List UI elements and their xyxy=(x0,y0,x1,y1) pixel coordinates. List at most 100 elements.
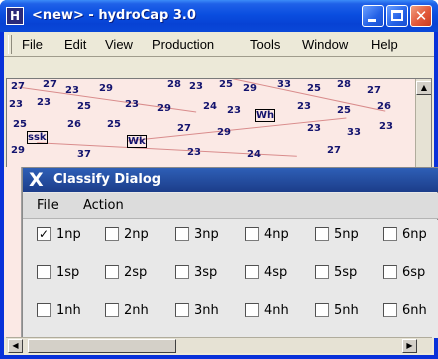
map-vertical-scrollbar[interactable]: ▲ xyxy=(415,79,431,167)
checkbox-box[interactable] xyxy=(383,265,397,279)
map-label: 25 xyxy=(107,119,121,130)
map-label: 25 xyxy=(337,105,351,116)
checkbox-label: 2nh xyxy=(124,303,149,318)
checkbox-box[interactable] xyxy=(245,265,259,279)
map-feature-label: Wk xyxy=(127,135,147,148)
map-label: 27 xyxy=(11,81,25,92)
checkbox-label: 1nh xyxy=(56,303,81,318)
checkbox-box[interactable] xyxy=(315,227,329,241)
checkbox-box[interactable] xyxy=(175,303,189,317)
checkbox-box[interactable] xyxy=(315,303,329,317)
map-label: 28 xyxy=(167,79,181,90)
checkbox-box[interactable] xyxy=(37,265,51,279)
minimize-button[interactable] xyxy=(362,5,384,27)
map-label: 23 xyxy=(189,81,203,92)
horizontal-scrollbar[interactable]: ◀ ▶ xyxy=(6,337,432,353)
checkbox-label: 6sp xyxy=(402,265,426,280)
checkbox-label: 2sp xyxy=(124,265,148,280)
menu-edit[interactable]: Edit xyxy=(64,32,86,57)
classify-menu-file[interactable]: File xyxy=(37,193,59,219)
map-label: 24 xyxy=(203,101,217,112)
main-menubar: File Edit View Production Tools Window H… xyxy=(4,32,434,57)
minimize-icon xyxy=(368,19,376,22)
menubar-grip[interactable] xyxy=(8,35,12,54)
checkbox-label: 4np xyxy=(264,227,289,242)
menu-file[interactable]: File xyxy=(22,32,43,57)
dialog-title: Classify Dialog xyxy=(53,172,162,187)
checkbox-label: 6nh xyxy=(402,303,427,318)
map-left-strip xyxy=(4,167,22,337)
map-label: 25 xyxy=(219,79,233,90)
map-label: 23 xyxy=(227,105,241,116)
menu-production[interactable]: Production xyxy=(152,32,214,57)
map-label: 25 xyxy=(307,83,321,94)
classify-dialog: X Classify Dialog File Action ✓ 1np 2np 3np… xyxy=(22,167,438,338)
checkbox-label: 1np xyxy=(56,227,81,242)
checkbox-box[interactable] xyxy=(105,227,119,241)
maximize-icon xyxy=(391,10,403,21)
maximize-button[interactable] xyxy=(386,5,408,27)
checkbox-box[interactable] xyxy=(383,303,397,317)
up-arrow-icon: ▲ xyxy=(420,83,428,92)
checkbox-box[interactable] xyxy=(175,227,189,241)
map-feature-label: Wh xyxy=(255,109,276,122)
map-label: 23 xyxy=(307,123,321,134)
checkbox-box[interactable] xyxy=(37,303,51,317)
menu-window[interactable]: Window xyxy=(302,32,348,57)
main-titlebar[interactable]: H <new> - hydroCap 3.0 ✕ xyxy=(0,0,438,32)
checkbox-box[interactable] xyxy=(383,227,397,241)
checkbox-box[interactable] xyxy=(245,303,259,317)
checkbox-label: 5nh xyxy=(334,303,359,318)
right-arrow-icon: ▶ xyxy=(406,341,413,350)
map-canvas[interactable]: 27 27 23 29 28 23 25 29 33 25 28 27 23 2… xyxy=(6,78,432,168)
x-window-icon[interactable]: X xyxy=(29,170,49,190)
scroll-thumb[interactable] xyxy=(28,339,176,353)
map-label: 28 xyxy=(337,79,351,90)
map-label: 27 xyxy=(367,85,381,96)
checkbox-label: 1sp xyxy=(56,265,80,280)
map-label: 24 xyxy=(247,149,261,160)
hydrocap-icon[interactable]: H xyxy=(6,7,24,25)
map-label: 23 xyxy=(65,85,79,96)
scroll-left-button[interactable]: ◀ xyxy=(8,339,23,353)
classify-menu-action[interactable]: Action xyxy=(83,193,124,219)
close-button[interactable]: ✕ xyxy=(410,5,432,27)
map-label: 25 xyxy=(13,119,27,130)
map-label: 29 xyxy=(243,83,257,94)
classify-checkbox-grid: ✓ 1np 2np 3np 4np 5np 6np 1sp 2sp 3sp 4sp 5sp 6sp 1nh… xyxy=(23,220,438,338)
map-label: 23 xyxy=(187,147,201,158)
map-label: 26 xyxy=(377,101,391,112)
map-label: 25 xyxy=(77,101,91,112)
checkbox-label: 3sp xyxy=(194,265,218,280)
checkbox-box[interactable] xyxy=(175,265,189,279)
scroll-up-button[interactable]: ▲ xyxy=(416,81,431,95)
map-label: 29 xyxy=(157,103,171,114)
map-label: 37 xyxy=(77,149,91,160)
checkbox-box[interactable]: ✓ xyxy=(37,227,51,241)
map-label: 27 xyxy=(327,145,341,156)
menu-tools[interactable]: Tools xyxy=(250,32,280,57)
map-label: 26 xyxy=(67,119,81,130)
checkbox-label: 5np xyxy=(334,227,359,242)
map-label: 23 xyxy=(297,101,311,112)
map-label: 29 xyxy=(11,145,25,156)
map-label: 29 xyxy=(217,127,231,138)
menu-help[interactable]: Help xyxy=(371,32,398,57)
checkbox-label: 2np xyxy=(124,227,149,242)
checkbox-box[interactable] xyxy=(105,303,119,317)
checkbox-box[interactable] xyxy=(315,265,329,279)
classify-menubar: File Action xyxy=(23,193,438,219)
checkbox-box[interactable] xyxy=(105,265,119,279)
map-label: 23 xyxy=(37,97,51,108)
checkbox-label: 5sp xyxy=(334,265,358,280)
scroll-right-button[interactable]: ▶ xyxy=(402,339,417,353)
map-label: 33 xyxy=(277,79,291,90)
classify-titlebar[interactable]: X Classify Dialog xyxy=(23,168,438,192)
map-label: 27 xyxy=(177,123,191,134)
checkbox-box[interactable] xyxy=(245,227,259,241)
checkbox-label: 6np xyxy=(402,227,427,242)
map-label: 27 xyxy=(43,79,57,90)
close-icon: ✕ xyxy=(414,7,428,25)
menu-view[interactable]: View xyxy=(105,32,133,57)
map-label: 33 xyxy=(347,127,361,138)
